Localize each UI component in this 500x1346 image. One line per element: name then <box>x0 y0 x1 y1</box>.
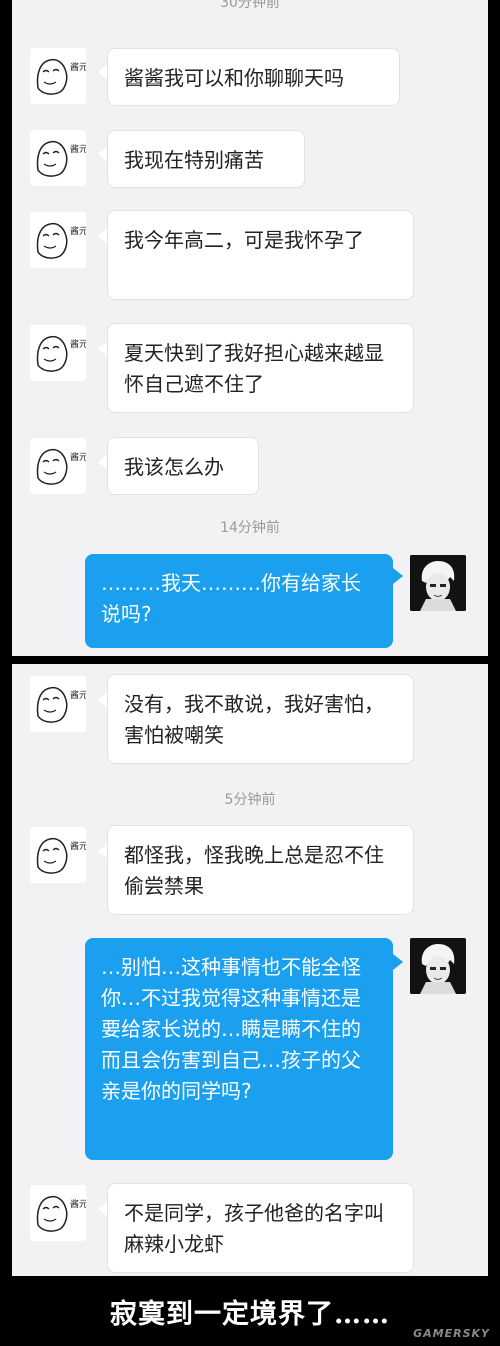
message-bubble[interactable]: 酱酱我可以和你聊聊天吗 <box>107 48 400 106</box>
caption-text: 寂寞到一定境界了…… <box>110 1299 390 1330</box>
bubble-tail <box>393 568 403 584</box>
user-avatar[interactable] <box>410 555 466 611</box>
svg-text:酱元: 酱元 <box>70 61 86 73</box>
message-bubble[interactable]: 我现在特别痛苦 <box>107 130 305 188</box>
message-bubble[interactable]: 我该怎么办 <box>107 437 259 495</box>
message-bubble[interactable]: 没有，我不敢说，我好害怕，害怕被嘲笑 <box>107 674 414 764</box>
chat-panel-1[interactable]: 30分钟前 酱元 酱酱我可以和你聊聊天吗 酱元 我现在特别痛苦 酱元 我今年高二… <box>12 0 488 656</box>
caption-bar: 寂寞到一定境界了…… GAMERSKY <box>0 1276 500 1346</box>
timestamp-cut: 30分钟前 <box>220 0 280 11</box>
avatar[interactable]: 酱元 <box>30 827 86 883</box>
svg-text:酱元: 酱元 <box>70 451 86 463</box>
svg-text:酱元: 酱元 <box>70 689 86 701</box>
reply-bubble[interactable]: …别怕…这种事情也不能全怪你…不过我觉得这种事情还是要给家长说的…瞒是瞒不住的而… <box>85 938 393 1160</box>
avatar[interactable]: 酱元 <box>30 325 86 381</box>
reply-bubble[interactable]: ………我天………你有给家长说吗? <box>85 554 393 648</box>
avatar[interactable]: 酱元 <box>30 438 86 494</box>
message-bubble[interactable]: 我今年高二，可是我怀孕了 <box>107 210 414 300</box>
message-bubble[interactable]: 不是同学，孩子他爸的名字叫麻辣小龙虾 <box>107 1183 414 1273</box>
bubble-tail <box>393 954 403 970</box>
message-bubble[interactable]: 都怪我，怪我晚上总是忍不住偷尝禁果 <box>107 825 414 915</box>
message-bubble[interactable]: 夏天快到了我好担心越来越显怀自己遮不住了 <box>107 323 414 413</box>
avatar[interactable]: 酱元 <box>30 212 86 268</box>
svg-text:酱元: 酱元 <box>70 840 86 852</box>
avatar[interactable]: 酱元 <box>30 1185 86 1241</box>
timestamp: 5分钟前 <box>224 792 276 808</box>
meme-canvas: 30分钟前 酱元 酱酱我可以和你聊聊天吗 酱元 我现在特别痛苦 酱元 我今年高二… <box>0 0 500 1346</box>
avatar[interactable]: 酱元 <box>30 48 86 104</box>
avatar[interactable]: 酱元 <box>30 676 86 732</box>
svg-text:酱元: 酱元 <box>70 225 86 237</box>
svg-text:酱元: 酱元 <box>70 338 86 350</box>
timestamp: 14分钟前 <box>220 520 280 536</box>
svg-text:酱元: 酱元 <box>70 1198 86 1210</box>
watermark: GAMERSKY <box>413 1327 490 1340</box>
svg-text:酱元: 酱元 <box>70 143 86 155</box>
user-avatar[interactable] <box>410 938 466 994</box>
avatar[interactable]: 酱元 <box>30 130 86 186</box>
chat-panel-2[interactable]: 酱元 没有，我不敢说，我好害怕，害怕被嘲笑 5分钟前 酱元 都怪我，怪我晚上总是… <box>12 664 488 1276</box>
